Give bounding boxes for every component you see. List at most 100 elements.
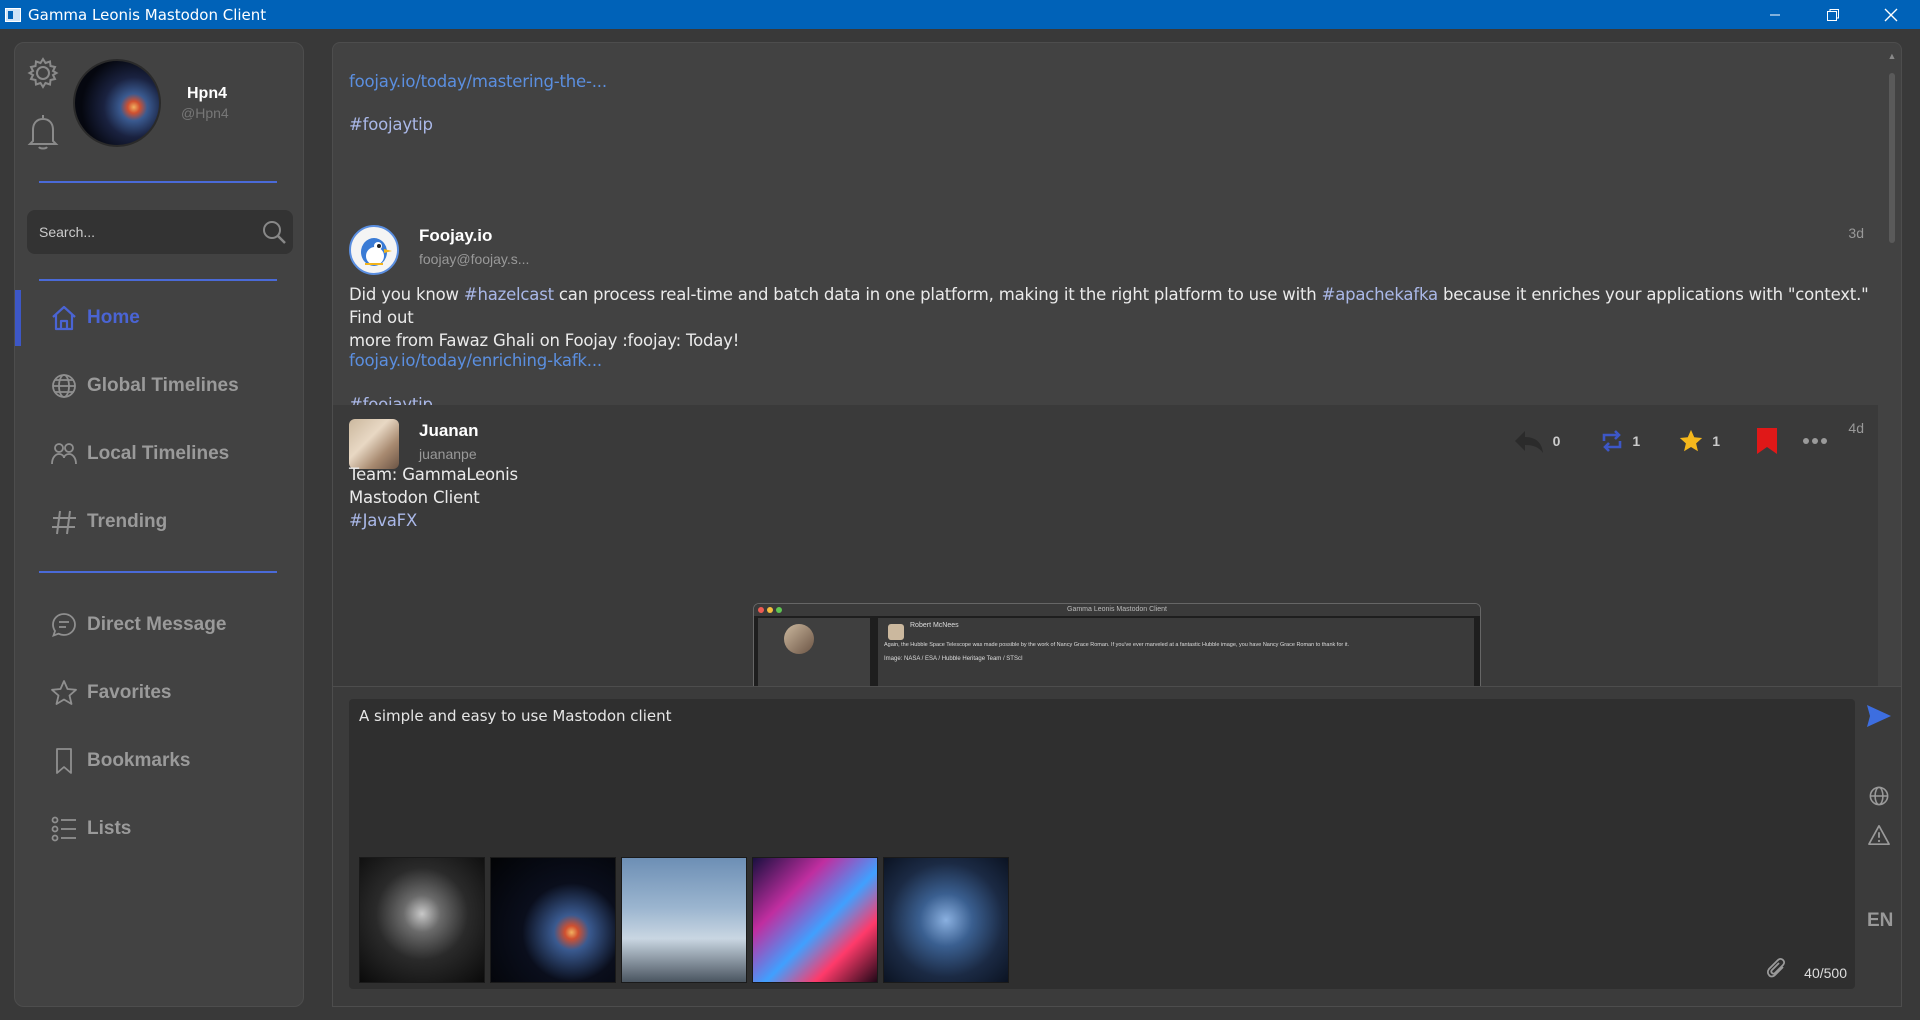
globe-icon — [1869, 786, 1889, 806]
post-author-handle: foojay@foojay.s... — [419, 251, 530, 267]
preview-sidebar — [758, 618, 870, 686]
post-avatar[interactable] — [349, 419, 399, 469]
search-box — [27, 210, 293, 254]
post-avatar[interactable] — [349, 225, 399, 275]
profile-name: Hpn4 — [187, 85, 227, 102]
post-hashtag[interactable]: #foojaytip — [349, 113, 433, 136]
window-title: Gamma Leonis Mastodon Client — [28, 5, 267, 24]
sidebar-item-label: Trending — [87, 511, 168, 532]
sidebar-divider — [39, 571, 277, 573]
sidebar-item-label: Bookmarks — [87, 750, 191, 771]
attached-image-thumbnail[interactable] — [359, 857, 485, 983]
preview-window-titlebar: Gamma Leonis Mastodon Client — [754, 604, 1480, 616]
list-icon — [49, 814, 79, 844]
sidebar-item-label: Direct Message — [87, 614, 227, 635]
post-link[interactable]: foojay.io/today/mastering-the-... — [349, 70, 607, 93]
preview-post-text: Again, the Hubble Space Telescope was ma… — [884, 642, 1350, 648]
reply-button[interactable]: 0 — [1513, 427, 1561, 455]
attached-image-thumbnail[interactable] — [752, 857, 878, 983]
hashtag-icon — [49, 507, 79, 537]
post-author-name[interactable]: Juanan — [419, 421, 479, 441]
post-author-name[interactable]: Foojay.io — [419, 226, 492, 246]
sidebar-item-direct-message[interactable]: Direct Message — [15, 597, 305, 653]
attached-image-thumbnail[interactable] — [490, 857, 616, 983]
warning-icon — [1868, 825, 1890, 845]
post-text-segment: Did you know — [349, 285, 464, 304]
compose-textarea[interactable]: A simple and easy to use Mastodon client — [359, 707, 1839, 807]
favorite-button[interactable]: 1 — [1678, 428, 1720, 454]
notifications-bell-icon[interactable] — [25, 111, 61, 151]
timeline-post: foojay.io/today/mastering-the-... #fooja… — [333, 43, 1878, 183]
app-icon — [5, 7, 21, 22]
post-hashtag[interactable]: #JavaFX — [349, 509, 417, 532]
post-hashtag[interactable]: #apachekafka — [1322, 285, 1439, 304]
close-button[interactable] — [1862, 0, 1920, 29]
preview-post-avatar — [888, 624, 904, 640]
post-link[interactable]: foojay.io/today/enriching-kafk... — [349, 349, 602, 372]
sidebar-item-label: Lists — [87, 818, 132, 839]
bookmark-button[interactable] — [1756, 427, 1778, 455]
composer-area: A simple and easy to use Mastodon client… — [332, 687, 1902, 1007]
sidebar-item-label: Home — [87, 307, 140, 328]
globe-icon — [49, 371, 79, 401]
post-body: Did you know #hazelcast can process real… — [349, 283, 1869, 352]
scroll-up-arrow-icon[interactable]: ▲ — [1887, 51, 1897, 61]
post-text-segment: more from Fawaz Ghali on Foojay :foojay:… — [349, 331, 740, 350]
post-text-line: Team: GammaLeonis — [349, 465, 518, 484]
post-media-preview[interactable]: Gamma Leonis Mastodon Client Robert McNe… — [753, 603, 1481, 686]
boost-button[interactable]: 1 — [1600, 429, 1640, 453]
profile-handle: @Hpn4 — [181, 105, 229, 121]
preview-window-title: Gamma Leonis Mastodon Client — [1067, 606, 1167, 613]
attached-image-thumbnail[interactable] — [883, 857, 1009, 983]
restore-icon — [1827, 8, 1839, 21]
preview-window-dots — [758, 607, 782, 613]
send-icon — [1867, 705, 1891, 727]
post-timestamp: 3d — [1848, 225, 1864, 241]
sidebar-item-label: Local Timelines — [87, 443, 230, 464]
bookmark-icon — [49, 746, 79, 776]
sidebar-item-global-timelines[interactable]: Global Timelines — [15, 358, 305, 414]
sidebar-item-lists[interactable]: Lists — [15, 801, 305, 857]
profile-avatar[interactable] — [73, 59, 161, 147]
close-icon — [1884, 8, 1898, 21]
search-icon[interactable] — [261, 219, 287, 245]
minimize-button[interactable] — [1746, 0, 1804, 29]
sidebar-item-bookmarks[interactable]: Bookmarks — [15, 733, 305, 789]
sidebar-item-local-timelines[interactable]: Local Timelines — [15, 426, 305, 482]
star-icon — [49, 678, 79, 708]
restore-button[interactable] — [1804, 0, 1862, 29]
reply-icon — [1514, 431, 1543, 453]
boost-icon — [1603, 430, 1622, 452]
sidebar-item-label: Global Timelines — [87, 375, 239, 396]
sidebar-item-trending[interactable]: Trending — [15, 494, 305, 550]
favorite-count: 1 — [1712, 433, 1720, 449]
preview-avatar — [784, 624, 814, 654]
boost-count: 1 — [1632, 433, 1641, 449]
settings-gear-icon[interactable] — [25, 55, 61, 91]
sidebar-item-home[interactable]: Home — [15, 290, 305, 346]
visibility-globe-button[interactable] — [1867, 784, 1891, 808]
character-count: 40/500 — [1804, 965, 1847, 981]
more-options-button[interactable] — [1802, 437, 1828, 445]
chat-bubble-icon — [49, 610, 79, 640]
attached-image-thumbnail[interactable] — [621, 857, 747, 983]
reply-count: 0 — [1552, 433, 1561, 449]
search-input[interactable] — [27, 224, 247, 240]
post-hashtag[interactable]: #hazelcast — [464, 285, 554, 304]
post-text-line: Mastodon Client — [349, 488, 480, 507]
sidebar-item-favorites[interactable]: Favorites — [15, 665, 305, 721]
title-bar: Gamma Leonis Mastodon Client — [0, 0, 1920, 29]
timeline-scrollbar[interactable]: ▲ — [1887, 51, 1897, 681]
sidebar: Hpn4 @Hpn4 Home Global Timelines Local T… — [14, 42, 304, 1007]
content-warning-button[interactable] — [1867, 823, 1891, 847]
attach-paperclip-icon[interactable] — [1763, 955, 1791, 983]
scrollbar-thumb[interactable] — [1889, 73, 1895, 243]
send-button[interactable] — [1865, 702, 1893, 730]
people-icon — [49, 439, 79, 469]
foojay-logo-icon — [361, 238, 392, 266]
bookmark-filled-icon — [1757, 428, 1777, 454]
timeline[interactable]: foojay.io/today/mastering-the-... #fooja… — [332, 42, 1902, 687]
post-text-segment: can process real-time and batch data in … — [553, 285, 1322, 304]
sidebar-item-label: Favorites — [87, 682, 172, 703]
language-selector[interactable]: EN — [1867, 910, 1893, 932]
